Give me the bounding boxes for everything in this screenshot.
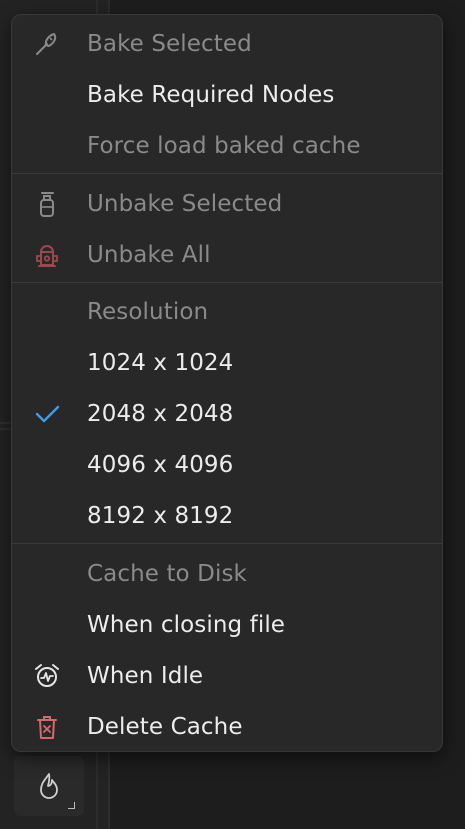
- section-header-label: Resolution: [87, 299, 209, 325]
- checkmark-icon: [33, 400, 61, 428]
- menu-item-label: Bake Selected: [87, 31, 252, 57]
- flame-icon: [40, 773, 58, 799]
- brush-icon: [33, 30, 61, 58]
- menu-item-label: Unbake Selected: [87, 191, 283, 217]
- menu-item-unbake-all[interactable]: Unbake All: [12, 232, 442, 278]
- menu-item-delete-cache[interactable]: Delete Cache: [12, 704, 442, 750]
- menu-item-label: Force load baked cache: [87, 133, 361, 159]
- menu-item-resolution-4096[interactable]: 4096 x 4096: [12, 442, 442, 488]
- menu-separator: [12, 543, 442, 544]
- bake-tool-button[interactable]: [14, 756, 84, 816]
- hydrant-icon: [33, 241, 61, 269]
- trash-icon: [33, 713, 61, 741]
- menu-separator: [12, 282, 442, 283]
- extinguisher-icon: [33, 190, 61, 218]
- menu-item-label: When closing file: [87, 612, 286, 638]
- menu-item-bake-selected[interactable]: Bake Selected: [12, 21, 442, 67]
- menu-item-label: 2048 x 2048: [87, 401, 234, 427]
- bake-context-menu: Bake Selected Bake Required Nodes Force …: [11, 14, 443, 752]
- section-header-cache-to-disk: Cache to Disk: [12, 551, 442, 597]
- menu-item-label: 4096 x 4096: [87, 452, 234, 478]
- menu-item-resolution-8192[interactable]: 8192 x 8192: [12, 493, 442, 539]
- menu-item-label: When Idle: [87, 663, 204, 689]
- menu-item-label: Bake Required Nodes: [87, 82, 335, 108]
- menu-item-when-idle[interactable]: When Idle: [12, 653, 442, 699]
- menu-separator: [12, 173, 442, 174]
- menu-item-bake-required-nodes[interactable]: Bake Required Nodes: [12, 72, 442, 118]
- menu-item-label: 8192 x 8192: [87, 503, 234, 529]
- menu-item-resolution-1024[interactable]: 1024 x 1024: [12, 340, 442, 386]
- flyout-corner-indicator: [68, 802, 75, 809]
- section-header-resolution: Resolution: [12, 289, 442, 335]
- menu-item-resolution-2048[interactable]: 2048 x 2048: [12, 391, 442, 437]
- menu-item-force-load-baked-cache[interactable]: Force load baked cache: [12, 123, 442, 169]
- alarm-clock-icon: [33, 662, 61, 690]
- section-header-label: Cache to Disk: [87, 561, 247, 587]
- menu-item-label: Unbake All: [87, 242, 211, 268]
- menu-item-unbake-selected[interactable]: Unbake Selected: [12, 181, 442, 227]
- menu-item-when-closing-file[interactable]: When closing file: [12, 602, 442, 648]
- menu-item-label: 1024 x 1024: [87, 350, 234, 376]
- menu-item-label: Delete Cache: [87, 714, 243, 740]
